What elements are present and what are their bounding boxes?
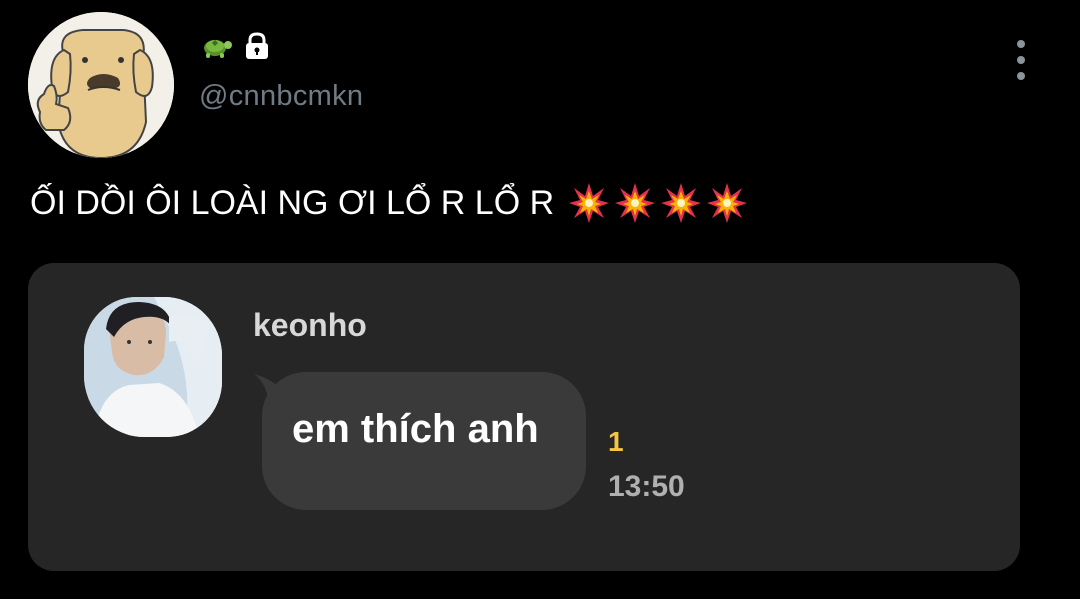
display-name[interactable] xyxy=(198,28,272,64)
turtle-icon xyxy=(204,40,232,58)
message-time: 13:50 xyxy=(608,470,685,503)
tweet-body: ỐI DỒI ÔI LOÀI NG ƠI LỔ R LỔ R xyxy=(30,184,555,222)
sender-name: keonho xyxy=(253,307,367,343)
emoji-group xyxy=(568,182,748,224)
person-photo xyxy=(84,297,222,437)
user-handle[interactable]: @cnnbcmkn xyxy=(199,80,363,113)
collision-icon xyxy=(615,183,656,223)
dog-cartoon-icon xyxy=(28,12,174,158)
message-text: em thích anh xyxy=(292,407,539,451)
tweet-text: ỐI DỒI ÔI LOÀI NG ƠI LỔ R LỔ R xyxy=(30,180,748,226)
more-options-icon[interactable] xyxy=(1005,40,1037,80)
dot-icon xyxy=(1017,72,1025,80)
dot-icon xyxy=(1017,40,1025,48)
profile-avatar[interactable] xyxy=(28,12,174,158)
lock-icon xyxy=(246,32,268,59)
sender-avatar xyxy=(84,297,222,437)
collision-icon xyxy=(707,183,748,223)
dot-icon xyxy=(1017,56,1025,64)
collision-icon xyxy=(661,183,702,223)
collision-icon xyxy=(569,183,610,223)
unread-count: 1 xyxy=(608,426,624,457)
